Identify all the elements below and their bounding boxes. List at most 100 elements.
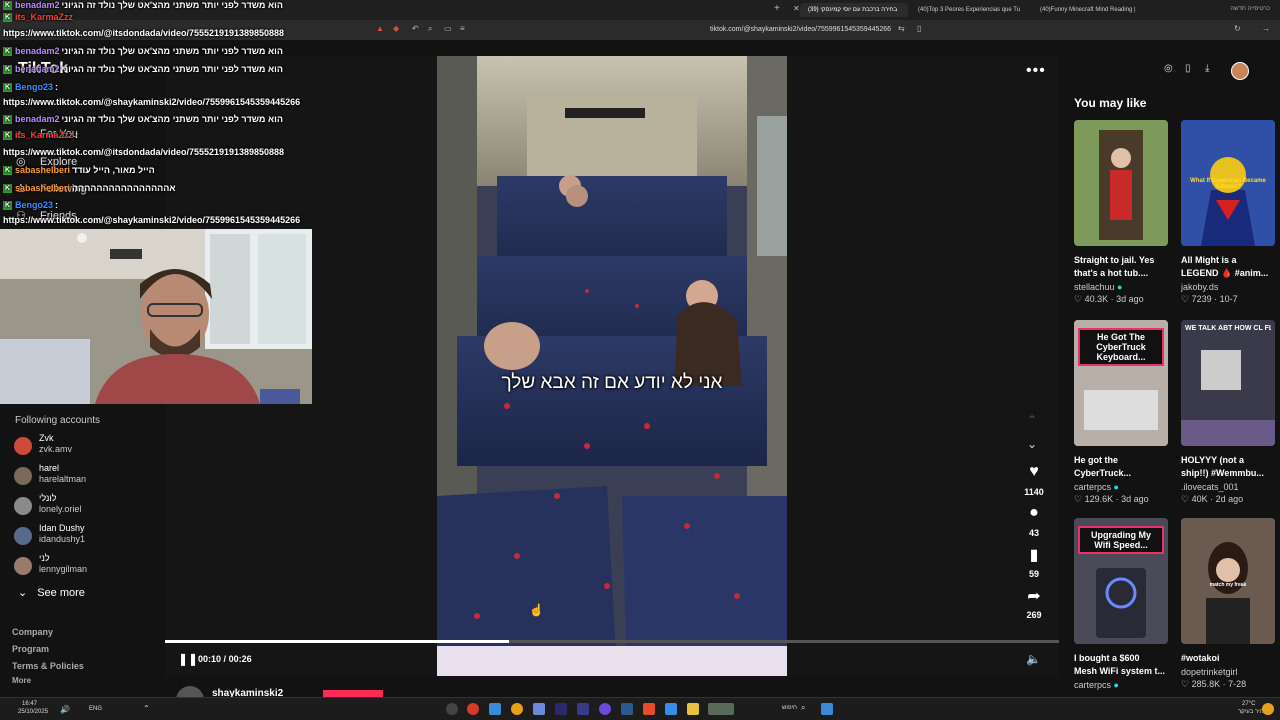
app-icon[interactable] (708, 703, 734, 715)
forward-icon[interactable]: → (1262, 24, 1270, 33)
clock-date[interactable]: 25/10/2025 (18, 709, 48, 715)
prev-video-icon[interactable]: ⌃ (1027, 413, 1037, 427)
app-icon[interactable] (599, 703, 611, 715)
footer-program[interactable]: Program (12, 644, 49, 654)
card-title[interactable]: I bought a $600 Mesh WiFi system t... (1074, 652, 1170, 678)
browser-tab[interactable]: (40)Top 3 Peores Experiencias que Tu (910, 3, 1030, 17)
video-thumbnail[interactable] (1074, 120, 1168, 246)
recommended-video-card[interactable]: He Got The CyberTruck Keyboard... He got… (1074, 320, 1170, 505)
video-player[interactable] (437, 56, 787, 676)
recommended-video-card[interactable]: Upgrading My Wifi Speed... I bought a $6… (1074, 518, 1170, 690)
following-account[interactable]: Idan Dushy idandushy1 (14, 523, 164, 551)
menu-icon[interactable]: ≡ (460, 24, 465, 33)
card-author[interactable]: stellachuu ● (1074, 282, 1170, 292)
back-icon[interactable]: ↶ (412, 24, 419, 33)
close-tab-icon[interactable]: ✕ (793, 4, 800, 13)
share-action[interactable]: ➦ 269 (1020, 586, 1048, 620)
app-icon[interactable] (665, 703, 677, 715)
recommended-video-card[interactable]: match my freak #wotakoi dopetrinketgirl … (1181, 518, 1277, 690)
screen-icon[interactable]: ▭ (444, 24, 452, 33)
compass-icon[interactable]: ◎ (1164, 63, 1173, 74)
clock-time[interactable]: 16:47 (22, 701, 37, 707)
following-account[interactable]: לונלי lonely.oriel (14, 493, 164, 521)
pause-icon[interactable]: ❚❚ (178, 652, 198, 666)
video-thumbnail[interactable]: He Got The CyberTruck Keyboard... (1074, 320, 1168, 446)
footer-terms[interactable]: Terms & Policies (12, 661, 84, 671)
rewards-icon[interactable]: ◆ (393, 24, 399, 33)
url-text[interactable]: tiktok.com/@shaykaminski2/video/75599615… (710, 26, 891, 33)
chat-username[interactable]: Bengo23 (15, 82, 53, 92)
app-icon[interactable] (467, 703, 479, 715)
language-indicator[interactable]: ENG (89, 706, 102, 712)
following-account[interactable]: Zvk zvk.amv (14, 433, 164, 461)
like-count: 40.3K (1084, 294, 1109, 304)
chat-username[interactable]: its_KarmaZzz (15, 12, 73, 22)
card-author[interactable]: jakoby.ds (1181, 282, 1277, 292)
volume-icon[interactable]: 🔈 (1026, 652, 1041, 666)
card-title[interactable]: Straight to jail. Yes that's a hot tub..… (1074, 254, 1170, 280)
browser-tab[interactable]: כרטיסייה חדשה (1230, 6, 1270, 12)
app-icon[interactable] (533, 703, 545, 715)
video-thumbnail[interactable]: match my freak (1181, 518, 1275, 644)
app-icon[interactable] (577, 703, 589, 715)
like-action[interactable]: ♥ 1140 (1020, 463, 1048, 497)
weather-temp[interactable]: 27°C (1242, 701, 1255, 707)
card-author[interactable]: dopetrinketgirl (1181, 667, 1277, 677)
phone-icon[interactable]: ▯ (1185, 63, 1191, 74)
card-author[interactable]: carterpcs ● (1074, 482, 1170, 492)
chevron-up-icon[interactable]: ⌃ (143, 704, 150, 713)
browser-tab-active[interactable]: (39) בחירה ברכבת עם יוסי קמינסקי (800, 3, 908, 17)
app-icon[interactable] (446, 703, 458, 715)
video-thumbnail[interactable]: Upgrading My Wifi Speed... (1074, 518, 1168, 644)
brave-shield-icon[interactable]: ▲ (376, 24, 384, 33)
share-url-icon[interactable]: ⇆ (898, 24, 905, 33)
reload-icon[interactable]: ↻ (1234, 24, 1241, 33)
comment-action[interactable]: ● 43 (1020, 504, 1048, 538)
recommended-video-card[interactable]: Straight to jail. Yes that's a hot tub..… (1074, 120, 1170, 305)
download-icon[interactable]: ⤓ (1205, 63, 1209, 74)
speaker-icon[interactable]: 🔊 (60, 705, 70, 714)
chat-username[interactable]: sabashelberi (15, 165, 70, 175)
search-icon[interactable]: ⌕ (801, 703, 805, 713)
more-options-icon[interactable]: ••• (1026, 62, 1046, 80)
card-author[interactable]: carterpcs ● (1074, 680, 1170, 690)
card-title[interactable]: He got the CyberTruck... (1074, 454, 1170, 480)
chat-username[interactable]: benadam2 (15, 46, 60, 56)
chat-text: הוא משדר לפני יותר משתני מהצ'אט שלך נולד… (61, 64, 283, 74)
chat-username[interactable]: Bengo23 (15, 200, 53, 210)
recommended-video-card[interactable]: What If Superman Became Batman? All Migh… (1181, 120, 1277, 305)
footer-more[interactable]: More (12, 676, 31, 685)
chat-username[interactable]: benadam2 (15, 0, 60, 10)
card-title[interactable]: HOLYYY (not a ship!!) #Wemmbu... (1181, 454, 1277, 480)
browser-tab[interactable]: (40)Funny Minecraft Mind Reading | (1032, 3, 1150, 17)
bookmark-action[interactable]: ▮ 59 (1020, 545, 1048, 579)
app-icon[interactable] (555, 703, 567, 715)
following-account[interactable]: לני lennygilman (14, 553, 164, 581)
app-icon[interactable] (511, 703, 523, 715)
new-tab-button[interactable]: + (774, 3, 780, 14)
chat-username[interactable]: benadam2 (15, 64, 60, 74)
chat-username[interactable]: its_KarmaZzz (15, 130, 73, 140)
recommended-video-card[interactable]: WE TALK ABT HOW CL FLAME WAS!?😭 HOLYYY (… (1181, 320, 1277, 505)
see-more-button[interactable]: ⌄ See more (18, 586, 85, 599)
bookmark-url-icon[interactable]: ▯ (917, 24, 921, 33)
app-icon[interactable] (687, 703, 699, 715)
video-thumbnail[interactable]: WE TALK ABT HOW CL FLAME WAS!?😭 (1181, 320, 1275, 446)
chat-username[interactable]: sabashelberi (15, 183, 70, 193)
card-author[interactable]: .ilovecats_001 (1181, 482, 1277, 492)
following-account[interactable]: harel harelaltman (14, 463, 164, 491)
chat-username[interactable]: benadam2 (15, 114, 60, 124)
taskbar-search[interactable]: חיפוש (782, 705, 797, 711)
app-icon[interactable] (621, 703, 633, 715)
card-title[interactable]: #wotakoi (1181, 652, 1277, 665)
search-icon[interactable]: ⌕ (428, 24, 432, 34)
windows-start-icon[interactable] (821, 703, 833, 715)
video-thumbnail[interactable]: What If Superman Became Batman? (1181, 120, 1275, 246)
footer-company[interactable]: Company (12, 627, 53, 637)
next-video-icon[interactable]: ⌄ (1027, 437, 1037, 451)
app-icon[interactable] (643, 703, 655, 715)
profile-avatar[interactable] (1231, 62, 1249, 80)
app-icon[interactable] (489, 703, 501, 715)
video-progress-bar[interactable] (165, 640, 1059, 643)
card-title[interactable]: All Might is a LEGEND 🩸 #anim... (1181, 254, 1277, 280)
